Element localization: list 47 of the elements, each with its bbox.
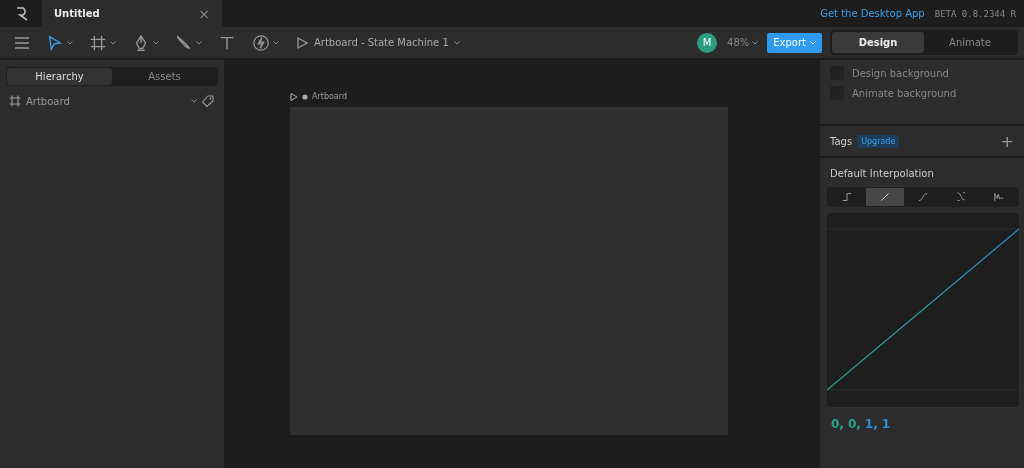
caret-icon[interactable] <box>453 40 460 45</box>
mode-tab[interactable]: Design <box>832 32 924 53</box>
bolt-tool-icon[interactable] <box>252 33 270 52</box>
add-tag-button[interactable]: + <box>1000 131 1014 151</box>
panel-tab[interactable]: Hierarchy <box>7 68 112 85</box>
elastic-curve-icon <box>992 190 1006 204</box>
zoom-dropdown[interactable]: 48% <box>727 37 750 48</box>
select-tool-icon[interactable] <box>46 33 64 52</box>
artboard-icon <box>9 95 21 107</box>
curve-value[interactable]: 1 <box>881 417 891 431</box>
user-avatar[interactable]: M <box>697 32 718 53</box>
hierarchy-item[interactable]: Artboard <box>26 95 186 107</box>
caret-icon[interactable] <box>191 99 197 103</box>
export-button[interactable]: Export <box>767 32 822 53</box>
document-title: Untitled <box>54 8 100 19</box>
upgrade-badge[interactable]: Upgrade <box>857 134 900 148</box>
caret-icon[interactable] <box>153 40 159 45</box>
mode-tab[interactable]: Animate <box>924 32 1016 53</box>
checkbox-label: Animate background <box>852 87 957 99</box>
panel-tab[interactable]: Assets <box>112 68 217 85</box>
curve-value[interactable]: 0, <box>831 417 844 431</box>
curve-value[interactable]: 1, <box>864 417 878 431</box>
dot-icon <box>302 93 308 100</box>
cubic-curve-icon <box>916 190 930 204</box>
document-tab[interactable]: Untitled × <box>42 0 222 27</box>
hold-curve-icon <box>840 190 854 204</box>
caret-icon[interactable] <box>67 40 73 45</box>
caret-icon[interactable] <box>273 40 279 45</box>
play-icon[interactable] <box>295 35 309 50</box>
artboard-label[interactable]: Artboard <box>312 92 347 101</box>
checkbox-label: Design background <box>852 67 949 79</box>
frame-tool-icon[interactable] <box>89 33 107 52</box>
version-label: BETA 0.8.2344 R <box>934 8 1016 19</box>
play-icon[interactable] <box>290 92 298 101</box>
caret-icon[interactable] <box>110 40 116 45</box>
caret-icon[interactable] <box>196 40 202 45</box>
caret-icon[interactable] <box>752 40 759 45</box>
curve-value[interactable]: 0, <box>847 417 861 431</box>
logo-icon <box>15 6 29 21</box>
tag-icon[interactable] <box>202 95 214 107</box>
close-button[interactable]: × <box>198 5 210 22</box>
tags-label: Tags <box>830 135 853 147</box>
desktop-app-link[interactable]: Get the Desktop App <box>820 8 925 19</box>
artboard-dropdown[interactable]: Artboard - State Machine 1 <box>314 37 449 48</box>
section-title: Default Interpolation <box>830 168 935 179</box>
brush-tool-icon[interactable] <box>175 33 193 52</box>
menu-icon[interactable] <box>14 36 30 49</box>
